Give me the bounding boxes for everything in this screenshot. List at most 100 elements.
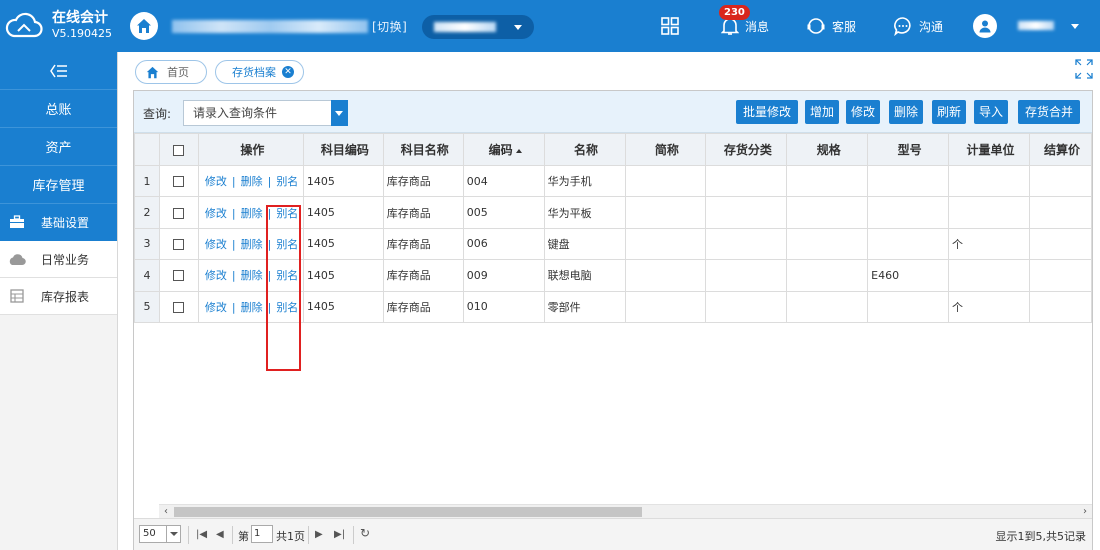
sidebar-collapse-button[interactable] xyxy=(0,52,117,90)
account-period-select[interactable] xyxy=(422,15,534,39)
edit-link[interactable]: 修改 xyxy=(205,301,227,314)
column-header-code-label: 编码 xyxy=(488,143,513,157)
column-header-subject-name[interactable]: 科目名称 xyxy=(382,133,464,166)
row-checkbox[interactable] xyxy=(158,227,199,261)
column-header-category[interactable]: 存货分类 xyxy=(705,133,788,166)
tab-bar: 首页 存货档案 ✕ xyxy=(118,52,1100,90)
alias-column-highlight xyxy=(266,205,301,371)
row-number: 2 xyxy=(134,196,160,229)
delete-link[interactable]: 删除 xyxy=(241,207,263,220)
fullscreen-icon[interactable] xyxy=(1074,58,1094,80)
edit-link[interactable]: 修改 xyxy=(205,175,227,188)
delete-link[interactable]: 删除 xyxy=(241,269,263,282)
import-button[interactable]: 导入 xyxy=(974,100,1008,124)
row-checkbox[interactable] xyxy=(158,290,199,323)
pager-divider xyxy=(308,526,309,544)
sort-ascending-icon xyxy=(515,148,522,153)
delete-link[interactable]: 删除 xyxy=(241,238,263,251)
home-icon xyxy=(146,66,159,78)
close-icon[interactable]: ✕ xyxy=(282,66,294,78)
service-button[interactable]: 客服 xyxy=(806,0,856,52)
company-switcher[interactable]: [切换] xyxy=(172,18,407,35)
sidebar-item-label: 日常业务 xyxy=(41,252,90,267)
delete-button[interactable]: 删除 xyxy=(889,100,923,124)
scroll-right-icon[interactable]: › xyxy=(1078,505,1092,519)
cell-model xyxy=(867,164,950,198)
column-header-code[interactable]: 编码 xyxy=(462,133,545,166)
user-name-blurred[interactable] xyxy=(1018,21,1054,30)
chevron-down-icon xyxy=(331,100,348,126)
batch-edit-button[interactable]: 批量修改 xyxy=(736,100,798,124)
row-number: 1 xyxy=(134,164,160,198)
sidebar-item-inventory-reports[interactable]: 库存报表 xyxy=(0,278,117,315)
edit-button[interactable]: 修改 xyxy=(846,100,880,124)
column-header-abbreviation[interactable]: 简称 xyxy=(624,133,707,166)
cell-subject-name: 库存商品 xyxy=(382,164,464,198)
user-avatar[interactable] xyxy=(973,14,997,38)
app-logo: 在线会计 V5.190425 xyxy=(0,0,118,52)
cell-code: 010 xyxy=(462,290,545,323)
column-header-spec[interactable]: 规格 xyxy=(786,133,869,166)
chevron-down-icon xyxy=(514,25,522,30)
cell-category xyxy=(705,290,788,323)
cell-abbreviation xyxy=(624,164,707,198)
sidebar-item-daily-business[interactable]: 日常业务 xyxy=(0,241,117,278)
cell-subject-code: 1405 xyxy=(302,196,384,229)
home-button[interactable] xyxy=(130,12,158,40)
service-label: 客服 xyxy=(832,19,857,34)
apps-grid-button[interactable] xyxy=(660,0,686,52)
row-checkbox[interactable] xyxy=(158,164,199,198)
cell-code: 009 xyxy=(462,259,545,292)
switch-link[interactable]: [切换] xyxy=(372,20,407,34)
user-menu-chevron-icon[interactable] xyxy=(1071,24,1079,29)
add-button[interactable]: 增加 xyxy=(805,100,839,124)
column-header-unit[interactable]: 计量单位 xyxy=(948,133,1030,166)
select-all-checkbox[interactable] xyxy=(158,133,199,166)
sidebar-item-inventory[interactable]: 库存管理 xyxy=(0,166,117,204)
horizontal-scrollbar[interactable]: ‹ › xyxy=(159,504,1092,518)
column-header-name[interactable]: 名称 xyxy=(543,133,626,166)
column-header-subject-code[interactable]: 科目编码 xyxy=(302,133,384,166)
pager-divider xyxy=(353,526,354,544)
sidebar-item-basic-settings[interactable]: 基础设置 xyxy=(0,204,117,241)
cell-code: 005 xyxy=(462,196,545,229)
page-size-select[interactable]: 50 xyxy=(139,525,181,543)
column-header-model[interactable]: 型号 xyxy=(867,133,950,166)
sidebar-item-assets[interactable]: 资产 xyxy=(0,128,117,166)
tab-home[interactable]: 首页 xyxy=(135,60,207,84)
tab-inventory-archive[interactable]: 存货档案 ✕ xyxy=(215,60,304,84)
current-page-input[interactable]: 1 xyxy=(251,525,273,543)
cell-spec xyxy=(786,259,869,292)
last-page-icon[interactable]: ▶| xyxy=(334,529,345,540)
messages-label: 消息 xyxy=(745,19,770,34)
query-placeholder: 请录入查询条件 xyxy=(193,106,278,120)
scrollbar-thumb[interactable] xyxy=(174,507,642,517)
alias-link[interactable]: 别名 xyxy=(276,175,298,188)
first-page-icon[interactable]: |◀ xyxy=(196,529,207,540)
row-checkbox[interactable] xyxy=(158,259,199,292)
edit-link[interactable]: 修改 xyxy=(205,269,227,282)
delete-link[interactable]: 删除 xyxy=(241,175,263,188)
refresh-icon[interactable]: ↻ xyxy=(360,526,370,540)
edit-link[interactable]: 修改 xyxy=(205,207,227,220)
delete-link[interactable]: 删除 xyxy=(241,301,263,314)
column-header-settlement-price[interactable]: 结算价 xyxy=(1028,133,1092,166)
sidebar-item-general-ledger[interactable]: 总账 xyxy=(0,90,117,128)
pager-divider xyxy=(188,526,189,544)
previous-page-icon[interactable]: ◀ xyxy=(216,529,224,540)
cell-name: 零部件 xyxy=(543,290,626,323)
query-condition-select[interactable]: 请录入查询条件 xyxy=(183,100,348,126)
edit-link[interactable]: 修改 xyxy=(205,238,227,251)
next-page-icon[interactable]: ▶ xyxy=(315,529,323,540)
cell-settlement-price xyxy=(1028,227,1092,261)
sidebar-item-label: 库存报表 xyxy=(41,289,90,304)
row-checkbox[interactable] xyxy=(158,196,199,229)
chat-button[interactable]: 沟通 xyxy=(893,0,943,52)
top-header: 在线会计 V5.190425 [切换] 消息 230 客服 沟通 xyxy=(0,0,1100,52)
cell-unit xyxy=(948,196,1030,229)
scroll-left-icon[interactable]: ‹ xyxy=(159,505,173,519)
cell-name: 华为平板 xyxy=(543,196,626,229)
query-toolbar: 查询: 请录入查询条件 批量修改 增加 修改 删除 刷新 导入 存货合并 xyxy=(134,91,1092,133)
refresh-button[interactable]: 刷新 xyxy=(932,100,966,124)
merge-inventory-button[interactable]: 存货合并 xyxy=(1018,100,1080,124)
